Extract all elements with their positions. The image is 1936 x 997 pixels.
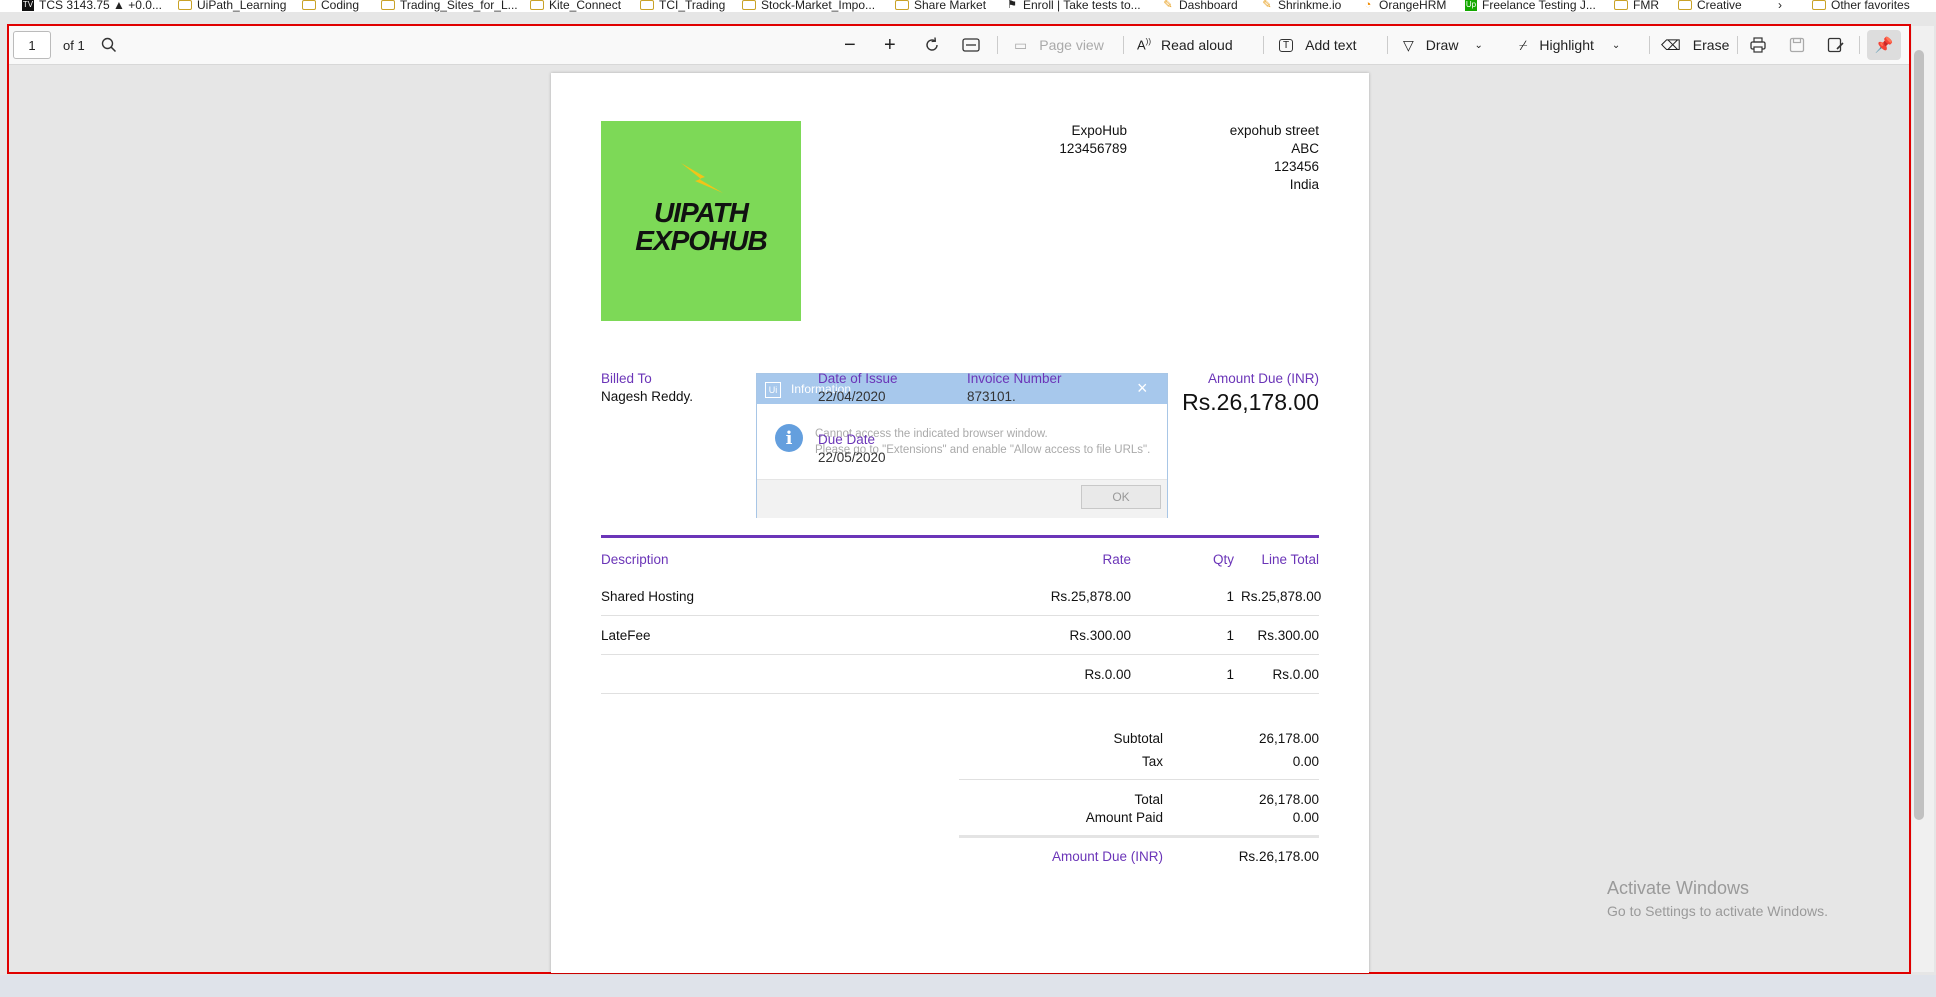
folder-icon (530, 0, 544, 10)
pdf-page: UIPATH EXPOHUB ExpoHub 123456789 expohub … (551, 73, 1369, 973)
col-rate-header: Rate (1102, 552, 1131, 567)
folder-icon (1812, 0, 1826, 10)
uipath-icon: Ui (765, 382, 781, 398)
close-icon[interactable]: × (1137, 378, 1148, 399)
logo-line-2: EXPOHUB (635, 225, 767, 256)
lightning-bolt-icon (681, 163, 723, 193)
due-date-label: Due Date (818, 432, 876, 447)
address-postcode: 123456 (1273, 159, 1319, 174)
bookmark-kite-connect[interactable]: Kite_Connect (530, 0, 621, 12)
due-date-value: 22/05/2020 (818, 450, 886, 465)
site-icon: ✎ (1262, 0, 1272, 11)
bookmark-stock-market[interactable]: Stock-Market_Impo... (742, 0, 875, 12)
line-item-qty: 1 (1226, 589, 1234, 604)
date-of-issue-value: 22/04/2020 (818, 389, 886, 404)
line-item-rate: Rs.25,878.00 (1050, 589, 1131, 604)
line-item-description: Shared Hosting (601, 589, 695, 604)
company-name: ExpoHub (1071, 123, 1127, 138)
line-item-rate: Rs.0.00 (1084, 667, 1131, 682)
bookmark-trading-sites[interactable]: Trading_Sites_for_L... (381, 0, 518, 12)
line-item-rate: Rs.300.00 (1069, 628, 1131, 643)
more-favorites-chevron-icon[interactable]: › (1778, 0, 1782, 12)
date-of-issue-label: Date of Issue (818, 371, 898, 386)
line-item-description: LateFee (601, 628, 651, 643)
row-divider (601, 654, 1319, 655)
taskbar (0, 975, 1936, 997)
line-item-total: Rs.25,878.00 (1241, 589, 1322, 604)
line-item-qty: 1 (1226, 628, 1234, 643)
line-item-qty: 1 (1226, 667, 1234, 682)
favorites-bar: TV TCS 3143.75 ▲ +0.0... UiPath_Learning … (0, 0, 1936, 12)
total-label: Total (1134, 792, 1163, 807)
scrollbar-thumb[interactable] (1914, 50, 1924, 820)
totals-divider (959, 835, 1319, 838)
tradingview-icon: TV (22, 0, 34, 11)
bookmark-dashboard[interactable]: ✎ Dashboard (1162, 0, 1237, 12)
activate-windows-watermark: Activate Windows Go to Settings to activ… (1607, 878, 1828, 919)
col-qty-header: Qty (1212, 552, 1234, 567)
bookmark-share-market[interactable]: Share Market (895, 0, 986, 12)
line-item-total: Rs.0.00 (1272, 667, 1319, 682)
bookmark-enroll[interactable]: ⚑ Enroll | Take tests to... (1006, 0, 1141, 12)
tax-label: Tax (1141, 754, 1163, 769)
totals-divider (959, 779, 1319, 780)
bookmark-tci-trading[interactable]: TCI_Trading (640, 0, 725, 12)
subtotal-label: Subtotal (1113, 731, 1163, 746)
bookmark-shrinkme[interactable]: ✎ Shrinkme.io (1261, 0, 1341, 12)
ok-button[interactable]: OK (1081, 485, 1161, 509)
company-logo: UIPATH EXPOHUB (601, 121, 801, 321)
logo-line-1: UIPATH (653, 197, 749, 228)
upwork-icon: Up (1465, 0, 1477, 11)
col-line-total-header: Line Total (1261, 552, 1319, 567)
folder-icon (178, 0, 192, 10)
amount-paid-value: 0.00 (1292, 810, 1319, 825)
bookmark-creative[interactable]: Creative (1678, 0, 1742, 12)
folder-icon (640, 0, 654, 10)
row-divider (601, 615, 1319, 616)
site-icon: ⚑ (1007, 0, 1017, 11)
total-value: 26,178.00 (1258, 792, 1319, 807)
company-phone: 123456789 (1059, 141, 1127, 156)
bookmark-freelance[interactable]: Up Freelance Testing J... (1465, 0, 1596, 12)
invoice-number-label: Invoice Number (967, 371, 1062, 386)
col-description-header: Description (601, 552, 669, 567)
bookmark-orangehrm[interactable]: ◔ OrangeHRM (1362, 0, 1447, 12)
header-divider (601, 535, 1319, 538)
address-line2: ABC (1291, 141, 1319, 156)
address-street: expohub street (1229, 123, 1319, 138)
folder-icon (381, 0, 395, 10)
folder-icon (742, 0, 756, 10)
amount-due-footer-value: Rs.26,178.00 (1238, 849, 1319, 864)
info-icon: i (775, 424, 803, 452)
site-icon: ✎ (1163, 0, 1173, 11)
bookmark-other-favorites[interactable]: Other favorites (1812, 0, 1910, 12)
folder-icon (302, 0, 316, 10)
bookmark-tcs[interactable]: TV TCS 3143.75 ▲ +0.0... (22, 0, 162, 12)
folder-icon (1678, 0, 1692, 10)
invoice-number-value: 873101. (967, 389, 1016, 404)
folder-icon (1614, 0, 1628, 10)
amount-paid-label: Amount Paid (1085, 810, 1163, 825)
bookmark-coding[interactable]: Coding (302, 0, 359, 12)
folder-icon (895, 0, 909, 10)
row-divider (601, 693, 1319, 694)
bookmark-uipath-learning[interactable]: UiPath_Learning (178, 0, 286, 12)
billed-to-name: Nagesh Reddy. (601, 389, 694, 404)
billed-to-label: Billed To (601, 371, 652, 386)
subtotal-value: 26,178.00 (1258, 731, 1319, 746)
tax-value: 0.00 (1292, 754, 1319, 769)
bookmark-fmr[interactable]: FMR (1614, 0, 1659, 12)
site-icon: ◔ (1364, 0, 1372, 11)
address-country: India (1289, 177, 1319, 192)
amount-due-footer-label: Amount Due (INR) (1051, 849, 1163, 864)
line-item-total: Rs.300.00 (1257, 628, 1319, 643)
